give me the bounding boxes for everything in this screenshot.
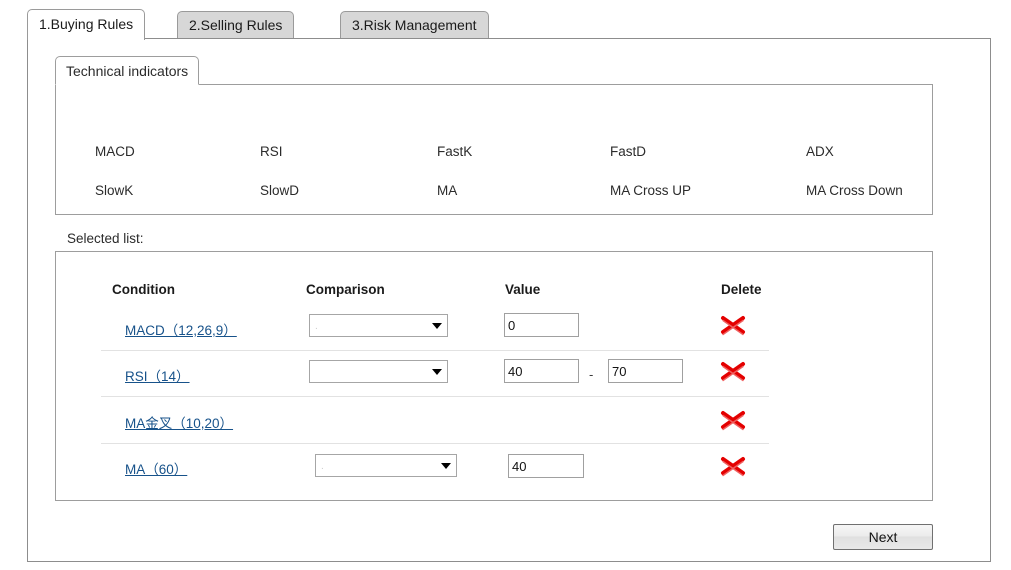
table-row: MACD（12,26,9） . — [56, 305, 934, 351]
chevron-down-icon — [441, 463, 451, 469]
condition-link-macd[interactable]: MACD（12,26,9） — [125, 319, 237, 339]
range-separator: - — [589, 367, 594, 382]
technical-indicators-tab[interactable]: Technical indicators — [55, 56, 200, 85]
indicator-rsi[interactable]: RSI — [260, 144, 283, 159]
chevron-down-icon — [432, 369, 442, 375]
delete-button-macd[interactable] — [718, 311, 748, 339]
condition-link-rsi[interactable]: RSI（14） — [125, 365, 190, 385]
indicator-adx[interactable]: ADX — [806, 144, 834, 159]
comparison-select-macd[interactable]: . — [309, 314, 448, 337]
red-cross-icon — [721, 316, 745, 336]
value-input-rsi-min[interactable] — [504, 359, 579, 383]
comparison-select-ma[interactable]: . — [315, 454, 457, 477]
chevron-down-icon — [432, 323, 442, 329]
next-button[interactable]: Next — [833, 524, 933, 550]
red-cross-icon — [721, 362, 745, 382]
red-cross-icon — [721, 411, 745, 431]
row-separator — [101, 396, 769, 397]
indicator-ma-cross-up[interactable]: MA Cross UP — [610, 183, 691, 198]
value-input-ma[interactable] — [508, 454, 584, 478]
indicator-macd[interactable]: MACD — [95, 144, 135, 159]
comparison-select-value: . — [321, 461, 324, 472]
red-cross-icon — [721, 457, 745, 477]
column-header-condition: Condition — [112, 282, 175, 297]
table-row: MA金叉（10,20） — [56, 398, 934, 444]
technical-indicators-group: MACD RSI FastK FastD ADX SlowK SlowD MA … — [55, 84, 933, 215]
table-row: RSI（14） - — [56, 351, 934, 397]
table-row: MA（60） . — [56, 444, 934, 490]
comparison-select-value: . — [315, 321, 318, 332]
value-input-rsi-max[interactable] — [608, 359, 683, 383]
condition-link-ma-golden-cross[interactable]: MA金叉（10,20） — [125, 412, 233, 432]
selected-list-label: Selected list: — [67, 231, 144, 246]
tab-risk-management[interactable]: 3.Risk Management — [340, 11, 489, 39]
tab-buying-rules[interactable]: 1.Buying Rules — [27, 9, 146, 40]
delete-button-rsi[interactable] — [718, 357, 748, 385]
comparison-select-rsi[interactable] — [309, 360, 448, 383]
indicator-ma-cross-down[interactable]: MA Cross Down — [806, 183, 903, 198]
selected-list-panel: Condition Comparison Value Delete MACD（1… — [55, 251, 933, 501]
indicator-slowd[interactable]: SlowD — [260, 183, 299, 198]
indicator-fastk[interactable]: FastK — [437, 144, 472, 159]
condition-link-ma[interactable]: MA（60） — [125, 458, 187, 478]
delete-button-ma-golden-cross[interactable] — [718, 406, 748, 434]
value-input-macd[interactable] — [504, 313, 579, 337]
delete-button-ma[interactable] — [718, 452, 748, 480]
indicator-fastd[interactable]: FastD — [610, 144, 646, 159]
indicator-ma[interactable]: MA — [437, 183, 457, 198]
indicator-slowk[interactable]: SlowK — [95, 183, 133, 198]
column-header-comparison: Comparison — [306, 282, 385, 297]
column-header-value: Value — [505, 282, 541, 297]
main-tab-strip: 1.Buying Rules 2.Selling Rules 3.Risk Ma… — [0, 0, 1011, 40]
column-header-delete: Delete — [721, 282, 762, 297]
tab-selling-rules[interactable]: 2.Selling Rules — [177, 11, 295, 39]
buying-rules-panel: Technical indicators MACD RSI FastK Fast… — [27, 38, 991, 562]
